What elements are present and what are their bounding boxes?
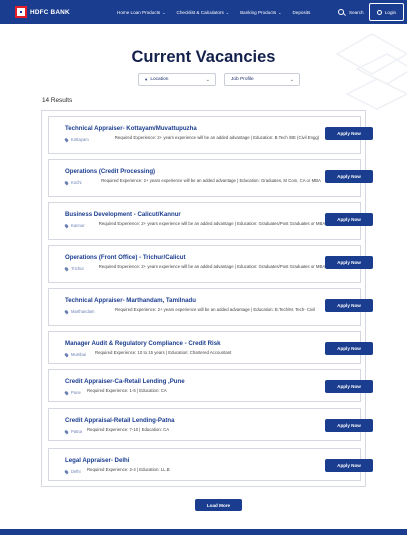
search-icon [338,9,344,15]
job-card: Technical Appraiser- Kottayam/Muvattupuz… [48,116,373,154]
job-profile-filter-label: Job Profile [231,77,254,82]
nav-home-loan-products[interactable]: Home Loan Products ⌄ [117,10,166,15]
job-requirement: Required Experience: 2+ years experience… [101,178,321,183]
location-pin-icon [64,309,69,314]
job-card: Business Development - Calicut/Kannur Ka… [48,202,373,240]
chevron-down-icon: ⌄ [289,76,294,83]
page-title: Current Vacancies [131,48,276,66]
job-title[interactable]: Technical Appraiser- Kottayam/Muvattupuz… [65,125,197,132]
hdfc-logo-icon [15,6,27,18]
location-pin-icon [64,352,69,357]
location-pin-icon [64,266,69,271]
job-title[interactable]: Credit Appraiser-Ca-Retail Lending ,Pune [65,378,185,385]
job-title[interactable]: Business Development - Calicut/Kannur [65,211,181,218]
chevron-down-icon: ⌄ [162,9,166,15]
job-card: Credit Appraisal-Retail Lending-Patna Pa… [48,408,373,441]
job-title[interactable]: Operations (Credit Processing) [65,168,155,175]
apply-now-button[interactable]: Apply Now [325,419,373,432]
job-requirement: Required Experience: 10 to 15 years | Ed… [95,350,232,355]
results-count: 14 Results [42,97,73,104]
job-card: Technical Appraiser- Marthandam, Tamilna… [48,288,373,326]
job-requirement: Required Experience: 2+ years experience… [98,221,326,226]
nav-checklist-calculators[interactable]: Checklist & Calculators ⌄ [177,10,230,15]
job-card: Legal Appraiser- Delhi Delhi Required Ex… [48,448,373,481]
chevron-down-icon: ⌄ [225,9,230,15]
location-pin-icon [64,469,69,474]
job-location: Kannur [64,223,85,228]
login-label: Login [384,9,397,15]
load-more-button[interactable]: Load More [195,499,242,511]
job-card: Operations (Credit Processing) Kochi Req… [48,159,373,197]
job-location: Kochi [64,180,81,185]
job-location: Pune [64,390,81,395]
job-title[interactable]: Technical Appraiser- Marthandam, Tamilna… [65,297,196,304]
brand-name: HDFC BANK [30,8,70,16]
job-location: Mumbai [64,352,86,357]
nav-banking-products[interactable]: Banking Products ⌄ [240,10,281,15]
nav-deposits[interactable]: Deposits [292,10,310,15]
job-location: Kottayam [64,137,89,142]
job-profile-filter[interactable]: Job Profile ⌄ [224,73,300,86]
job-title[interactable]: Legal Appraiser- Delhi [65,457,129,464]
location-pin-icon [64,137,69,142]
apply-now-button[interactable]: Apply Now [325,299,373,312]
job-title[interactable]: Operations (Front Office) - Trichur/Cali… [65,254,186,261]
chevron-down-icon: ⌄ [205,76,210,83]
chevron-down-icon: ⌄ [278,9,282,15]
apply-now-button[interactable]: Apply Now [325,459,373,472]
location-pin-icon [64,390,69,395]
job-requirement: Required Experience: 2-4 | Education: LL… [87,467,170,472]
job-requirement: Required Experience: 1-5 | Education: CA [87,388,167,393]
apply-now-button[interactable]: Apply Now [325,342,373,355]
job-title[interactable]: Manager Audit & Regulatory Compliance - … [65,340,221,347]
apply-now-button[interactable]: Apply Now [325,380,373,393]
job-requirement: Required Experience: 2+ years experience… [114,135,320,140]
job-list: Technical Appraiser- Kottayam/Muvattupuz… [41,110,373,487]
apply-now-button[interactable]: Apply Now [325,213,373,226]
main-nav: Home Loan Products ⌄ Checklist & Calculat… [117,0,321,24]
job-requirement: Required Experience: 7-10 | Education: C… [87,427,170,432]
job-card: Manager Audit & Regulatory Compliance - … [48,331,373,364]
job-card: Operations (Front Office) - Trichur/Cali… [48,245,373,283]
hdfc-logo[interactable]: HDFC BANK [15,6,70,18]
job-location: Marthandam [64,309,95,314]
location-pin-icon [64,180,69,185]
job-requirement: Required Experience: 2+ years experience… [115,307,315,312]
apply-now-button[interactable]: Apply Now [325,127,373,140]
search-label: Search [349,9,364,15]
job-card: Credit Appraiser-Ca-Retail Lending ,Pune… [48,369,373,402]
location-pin-icon [64,429,69,434]
decorative-shapes [335,33,407,110]
location-pin-icon: ▾ [145,76,148,82]
top-navbar: HDFC BANK Home Loan Products ⌄ Checklist … [0,0,407,24]
job-location: Delhi [64,469,81,474]
job-title[interactable]: Credit Appraisal-Retail Lending-Patna [65,417,174,424]
job-location: Patna [64,429,82,434]
apply-now-button[interactable]: Apply Now [325,256,373,269]
job-requirement: Required Experience: 2+ years experience… [98,264,326,269]
location-filter[interactable]: ▾ Location ⌄ [138,73,216,86]
search-button[interactable]: Search [338,0,364,24]
login-button[interactable]: Login [369,3,404,21]
job-location: Trichur [64,266,84,271]
user-icon [376,9,382,15]
footer-bar [0,529,407,535]
location-pin-icon [64,223,69,228]
location-filter-label: Location [150,77,169,82]
apply-now-button[interactable]: Apply Now [325,170,373,183]
